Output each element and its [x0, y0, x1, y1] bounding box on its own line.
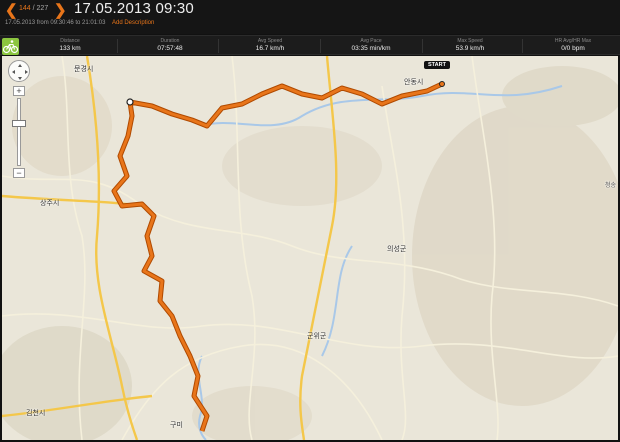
header-bar: ❮ 144 / 227 ❯ 17.05.2013 09:30 17.05.201… [0, 0, 620, 34]
stat-divider [422, 39, 423, 53]
stat-label: Max Speed [457, 38, 483, 44]
stat-label: HR Avg/HR Max [554, 38, 592, 44]
stat-divider [218, 39, 219, 53]
current-index: 144 [19, 5, 31, 12]
terrain-shading [2, 66, 618, 440]
pan-arrows-icon [12, 64, 28, 80]
stat-divider [320, 39, 321, 53]
activity-date-range: 17.05.2013 from 09:30:46 to 21:01:03 [5, 20, 106, 26]
zoom-slider-track[interactable] [17, 98, 21, 166]
stat-value: 03:35 min/km [351, 45, 391, 52]
previous-activity-button[interactable]: ❮ [5, 1, 18, 19]
stat-value: 07:57:48 [157, 45, 183, 52]
stat-divider [117, 39, 118, 53]
place-label: 청송 [605, 183, 617, 189]
stat-max-speed: Max Speed 53.9 km/h [440, 38, 500, 53]
map-canvas [2, 56, 618, 440]
route-waypoint[interactable] [126, 98, 134, 106]
stat-value: 133 km [59, 45, 81, 52]
stat-label: Distance [60, 38, 80, 44]
route-map[interactable]: START 문경시 안동시 상주시 의성군 군위군 김천시 구미 청송 + − [2, 56, 618, 440]
place-label: 구미 [170, 422, 183, 429]
map-zoom-control: + − [8, 60, 30, 200]
add-description-link[interactable]: Add Description [112, 20, 154, 26]
stats-bar: Distance 133 km Duration 07:57:48 Avg Sp… [0, 35, 620, 55]
stat-value: 53.9 km/h [455, 45, 485, 52]
place-label: 김천시 [26, 410, 46, 417]
stat-label: Avg Pace [360, 38, 382, 44]
stat-value: 16.7 km/h [255, 45, 285, 52]
stat-avg-pace: Avg Pace 03:35 min/km [336, 38, 406, 53]
stat-avg-speed: Avg Speed 16.7 km/h [240, 38, 300, 53]
stat-label: Avg Speed [257, 38, 283, 44]
place-label: 상주시 [40, 200, 60, 207]
activity-counter: 144 / 227 [19, 5, 48, 12]
cycling-icon [2, 38, 19, 55]
activity-title: 17.05.2013 09:30 [74, 0, 194, 17]
stat-divider [522, 39, 523, 53]
stat-heart-rate: HR Avg/HR Max 0/0 bpm [538, 38, 608, 53]
zoom-in-button[interactable]: + [13, 86, 25, 96]
next-activity-button[interactable]: ❯ [54, 1, 67, 19]
map-pan-control[interactable] [8, 60, 30, 82]
stat-value: 0/0 bpm [561, 45, 585, 52]
stat-distance: Distance 133 km [40, 38, 100, 53]
total-count: 227 [36, 5, 49, 12]
stat-label: Duration [160, 38, 180, 44]
stat-duration: Duration 07:57:48 [140, 38, 200, 53]
route-start-marker[interactable] [439, 81, 445, 87]
zoom-out-button[interactable]: − [13, 168, 25, 178]
zoom-slider-handle[interactable] [12, 120, 26, 127]
place-label: 안동시 [404, 79, 424, 86]
place-label: 문경시 [74, 66, 94, 73]
place-label: 군위군 [307, 333, 327, 340]
start-marker-label: START [424, 61, 450, 69]
place-label: 의성군 [387, 246, 407, 253]
